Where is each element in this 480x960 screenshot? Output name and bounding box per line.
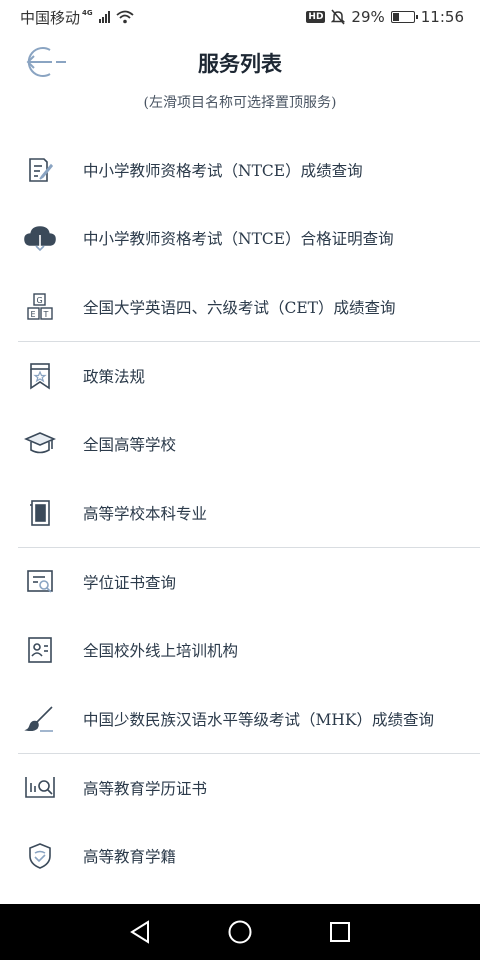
service-label: 中小学教师资格考试（NTCE）成绩查询 bbox=[83, 162, 363, 181]
status-left: 中国移动 4G bbox=[20, 7, 134, 28]
service-label: 高等学校本科专业 bbox=[83, 504, 208, 523]
signal-icon bbox=[98, 11, 110, 23]
nav-home-button[interactable] bbox=[226, 918, 254, 946]
svg-text:T: T bbox=[43, 310, 49, 319]
certificate-search-icon bbox=[23, 565, 57, 599]
status-bar: 中国移动 4G HD 29% 11:56 bbox=[0, 0, 480, 34]
wifi-icon bbox=[116, 10, 134, 24]
service-label: 政策法规 bbox=[83, 368, 146, 387]
hd-badge: HD bbox=[306, 11, 326, 23]
service-item[interactable]: 高等学校本科专业 bbox=[0, 478, 480, 546]
brush-icon bbox=[23, 702, 57, 736]
service-item[interactable]: 全国校外线上培训机构 bbox=[0, 616, 480, 684]
service-item[interactable]: 高等教育学籍 bbox=[0, 822, 480, 890]
service-label: 高等教育学历证书 bbox=[83, 779, 208, 798]
square-recents-icon bbox=[330, 922, 350, 942]
nav-back-button[interactable] bbox=[126, 918, 154, 946]
header: 服务列表 bbox=[0, 34, 480, 94]
service-item[interactable]: 全国高等学校 bbox=[0, 410, 480, 478]
battery-icon bbox=[390, 11, 418, 23]
triangle-back-icon bbox=[130, 920, 149, 944]
circle-home-icon bbox=[228, 920, 252, 944]
service-item[interactable]: 高等教育学历证书 bbox=[0, 754, 480, 822]
carrier-label: 中国移动 bbox=[20, 8, 81, 27]
service-item[interactable]: 中国少数民族汉语水平等级考试（MHK）成绩查询 bbox=[0, 684, 480, 752]
service-label: 全国大学英语四、六级考试（CET）成绩查询 bbox=[83, 298, 396, 317]
cloud-download-icon bbox=[23, 221, 57, 255]
form-edit-icon bbox=[23, 153, 57, 187]
book-icon bbox=[23, 496, 57, 530]
service-item[interactable]: 中小学教师资格考试（NTCE）合格证明查询 bbox=[0, 204, 480, 272]
service-item[interactable]: G E T 全国大学英语四、六级考试（CET）成绩查询 bbox=[0, 273, 480, 341]
system-nav-bar bbox=[0, 904, 480, 960]
id-card-icon bbox=[23, 633, 57, 667]
service-label: 中国少数民族汉语水平等级考试（MHK）成绩查询 bbox=[83, 710, 434, 729]
graduation-cap-icon bbox=[23, 427, 57, 461]
service-label: 学位证书查询 bbox=[83, 573, 177, 592]
clock: 11:56 bbox=[420, 8, 464, 26]
service-item[interactable]: 中小学教师资格考试（NTCE）成绩查询 bbox=[0, 136, 480, 204]
service-label: 全国高等学校 bbox=[83, 436, 177, 455]
shield-icon bbox=[23, 839, 57, 873]
service-label: 中小学教师资格考试（NTCE）合格证明查询 bbox=[83, 230, 394, 249]
service-item[interactable]: 政策法规 bbox=[0, 342, 480, 410]
svg-text:G: G bbox=[37, 296, 43, 305]
service-list: 中小学教师资格考试（NTCE）成绩查询 中小学教师资格考试（NTCE）合格证明查… bbox=[0, 136, 480, 890]
service-label: 全国校外线上培训机构 bbox=[83, 642, 239, 661]
status-right: HD 29% 11:56 bbox=[306, 8, 464, 26]
service-label: 高等教育学籍 bbox=[83, 848, 177, 867]
letter-blocks-icon: G E T bbox=[23, 290, 57, 324]
battery-percent: 29% bbox=[351, 8, 385, 26]
page-subtitle: (左滑项目名称可选择置顶服务) bbox=[143, 95, 337, 111]
page-title: 服务列表 bbox=[198, 51, 282, 76]
battery-fill bbox=[392, 13, 399, 21]
service-item[interactable]: 学位证书查询 bbox=[0, 548, 480, 616]
svg-text:E: E bbox=[31, 310, 36, 319]
nav-recents-button[interactable] bbox=[326, 918, 354, 946]
network-type: 4G bbox=[82, 9, 93, 17]
mute-bell-icon bbox=[331, 9, 346, 25]
chart-search-icon bbox=[23, 771, 57, 805]
bookmark-star-icon bbox=[23, 359, 57, 393]
